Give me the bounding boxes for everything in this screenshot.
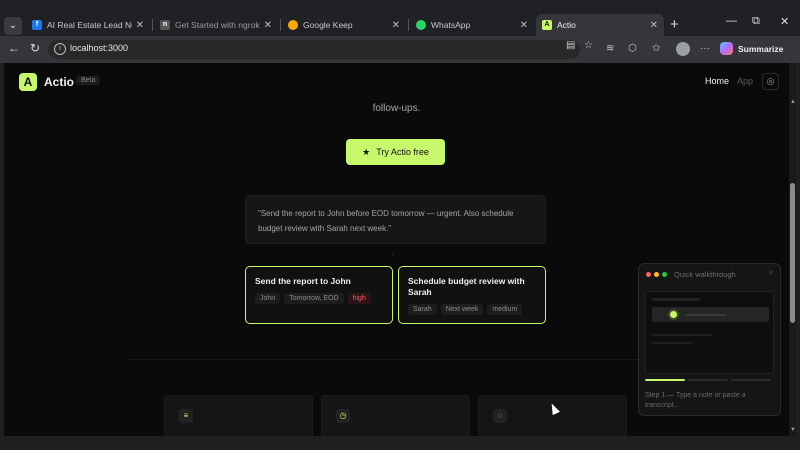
example-note: "Send the report to John before EOD tomo… bbox=[245, 195, 546, 244]
tab-divider bbox=[152, 19, 153, 31]
site-info-icon[interactable]: i bbox=[54, 43, 66, 55]
task-title: Send the report to John bbox=[255, 276, 351, 286]
task-card[interactable]: Send the report to John John Tomorrow, E… bbox=[245, 266, 393, 324]
try-actio-free-button[interactable]: ★ Try Actio free bbox=[346, 139, 445, 165]
sparkle-icon: ★ bbox=[362, 146, 371, 157]
ngrok-icon: n bbox=[160, 20, 170, 30]
browser-tab-strip: ⌄ f AI Real Estate Lead Nurture ✕ n Get … bbox=[0, 0, 800, 36]
task-title: Schedule budget review with Sarah bbox=[408, 276, 525, 297]
tab-search-icon[interactable]: ⌄ bbox=[4, 17, 22, 35]
walkthrough-close-icon[interactable]: ✕ bbox=[768, 269, 774, 277]
progress-segment bbox=[645, 379, 685, 381]
address-bar[interactable]: i localhost:3000 bbox=[48, 40, 580, 59]
minimize-icon[interactable]: — bbox=[726, 15, 737, 27]
arrow-down-icon: ↓ bbox=[391, 249, 395, 258]
preview-line bbox=[652, 334, 712, 336]
keep-icon bbox=[288, 20, 298, 30]
brand-name[interactable]: Actio bbox=[44, 75, 74, 89]
back-arrow-icon[interactable]: ← bbox=[8, 41, 20, 55]
task-tags: John Tomorrow, EOD high bbox=[255, 293, 383, 304]
priority-tag: high bbox=[347, 293, 371, 304]
github-icon[interactable]: ◎ bbox=[762, 73, 779, 90]
yellow-dot-icon bbox=[654, 272, 659, 277]
favorites-icon[interactable]: ✩ bbox=[652, 43, 660, 54]
favorite-star-icon[interactable]: ☆ bbox=[584, 40, 593, 51]
restore-icon[interactable]: ⧉ bbox=[752, 15, 760, 28]
scrollbar-thumb[interactable] bbox=[790, 183, 795, 323]
tab-divider bbox=[408, 19, 409, 31]
reload-icon[interactable]: ↻ bbox=[30, 41, 40, 55]
list-icon: ≡ bbox=[179, 409, 193, 423]
close-icon[interactable]: ✕ bbox=[264, 20, 272, 31]
scroll-up-icon[interactable]: ▲ bbox=[790, 99, 796, 105]
tab-facebook[interactable]: f AI Real Estate Lead Nurture ✕ bbox=[26, 14, 150, 36]
assignee-tag: Sarah bbox=[408, 304, 437, 315]
progress-segment bbox=[688, 379, 728, 381]
walkthrough-preview bbox=[645, 291, 774, 374]
window-bottom-edge bbox=[0, 436, 800, 450]
extension-icon[interactable]: ≋ bbox=[606, 43, 614, 54]
assignee-tag: John bbox=[255, 293, 281, 304]
preview-line bbox=[652, 298, 700, 301]
scroll-down-icon[interactable]: ▼ bbox=[790, 427, 796, 433]
tab-divider bbox=[280, 19, 281, 31]
page-viewport: A Actio Beta Home App ◎ follow-ups. ★ Tr… bbox=[4, 63, 789, 436]
url-text[interactable]: localhost:3000 bbox=[70, 43, 128, 53]
walkthrough-progress bbox=[645, 379, 771, 381]
due-tag: Tomorrow, EOD bbox=[284, 293, 344, 304]
tab-ngrok[interactable]: n Get Started with ngrok | Se ✕ bbox=[154, 14, 278, 36]
actio-logo[interactable]: A bbox=[19, 73, 37, 91]
site-header: A Actio Beta Home App ◎ bbox=[4, 63, 789, 103]
feature-card: ≡ bbox=[164, 395, 313, 436]
chat-bubble-icon: ◌ bbox=[493, 409, 507, 423]
feature-card: ◌ bbox=[478, 395, 627, 436]
due-tag: Next week bbox=[440, 304, 484, 315]
cursor-dot-icon bbox=[670, 311, 677, 318]
quick-walkthrough-widget[interactable]: Quick walkthrough ✕ Step 1 — Type a note… bbox=[638, 263, 781, 416]
preview-line bbox=[686, 314, 726, 316]
tab-google-keep[interactable]: Google Keep ✕ bbox=[282, 14, 406, 36]
progress-segment bbox=[731, 379, 771, 381]
summarize-button[interactable]: Summarize bbox=[720, 42, 783, 55]
close-icon[interactable]: ✕ bbox=[650, 20, 658, 31]
beta-badge: Beta bbox=[76, 76, 101, 85]
tab-actio[interactable]: A Actio ✕ bbox=[536, 14, 664, 36]
new-tab-plus-icon[interactable]: + bbox=[670, 16, 679, 33]
window-dots bbox=[646, 272, 667, 277]
browser-toolbar: ← ↻ i localhost:3000 ▤ ☆ ≋ ⬡ ✩ ··· Summa… bbox=[0, 36, 800, 63]
red-dot-icon bbox=[646, 272, 651, 277]
whatsapp-icon bbox=[416, 20, 426, 30]
close-icon[interactable]: ✕ bbox=[392, 20, 400, 31]
green-dot-icon bbox=[662, 272, 667, 277]
nav-app-link[interactable]: App bbox=[737, 76, 753, 86]
close-icon[interactable]: ✕ bbox=[520, 20, 528, 31]
preview-line bbox=[652, 342, 692, 344]
facebook-icon: f bbox=[32, 20, 42, 30]
clock-icon: ◷ bbox=[336, 409, 350, 423]
feature-card: ◷ bbox=[321, 395, 470, 436]
page-scrollbar[interactable]: ▲ ▼ bbox=[789, 63, 796, 436]
nav-home-link[interactable]: Home bbox=[705, 76, 729, 86]
actio-icon: A bbox=[542, 20, 552, 30]
more-options-icon[interactable]: ··· bbox=[700, 43, 710, 54]
window-close-icon[interactable]: ✕ bbox=[780, 15, 789, 28]
priority-tag: medium bbox=[487, 304, 523, 315]
extensions-puzzle-icon[interactable]: ⬡ bbox=[628, 43, 637, 54]
copilot-icon bbox=[720, 42, 733, 55]
section-divider bbox=[128, 359, 664, 360]
close-icon[interactable]: ✕ bbox=[136, 20, 144, 31]
profile-avatar[interactable] bbox=[676, 42, 690, 56]
task-tags: Sarah Next week medium bbox=[408, 304, 536, 315]
tab-whatsapp[interactable]: WhatsApp ✕ bbox=[410, 14, 534, 36]
task-card[interactable]: Schedule budget review with Sarah Sarah … bbox=[398, 266, 546, 324]
reader-mode-icon[interactable]: ▤ bbox=[566, 40, 575, 51]
walkthrough-step-text: Step 1 — Type a note or paste a transcri… bbox=[645, 392, 746, 409]
hero-subtitle: follow-ups. bbox=[372, 103, 421, 114]
walkthrough-title: Quick walkthrough bbox=[674, 270, 736, 279]
